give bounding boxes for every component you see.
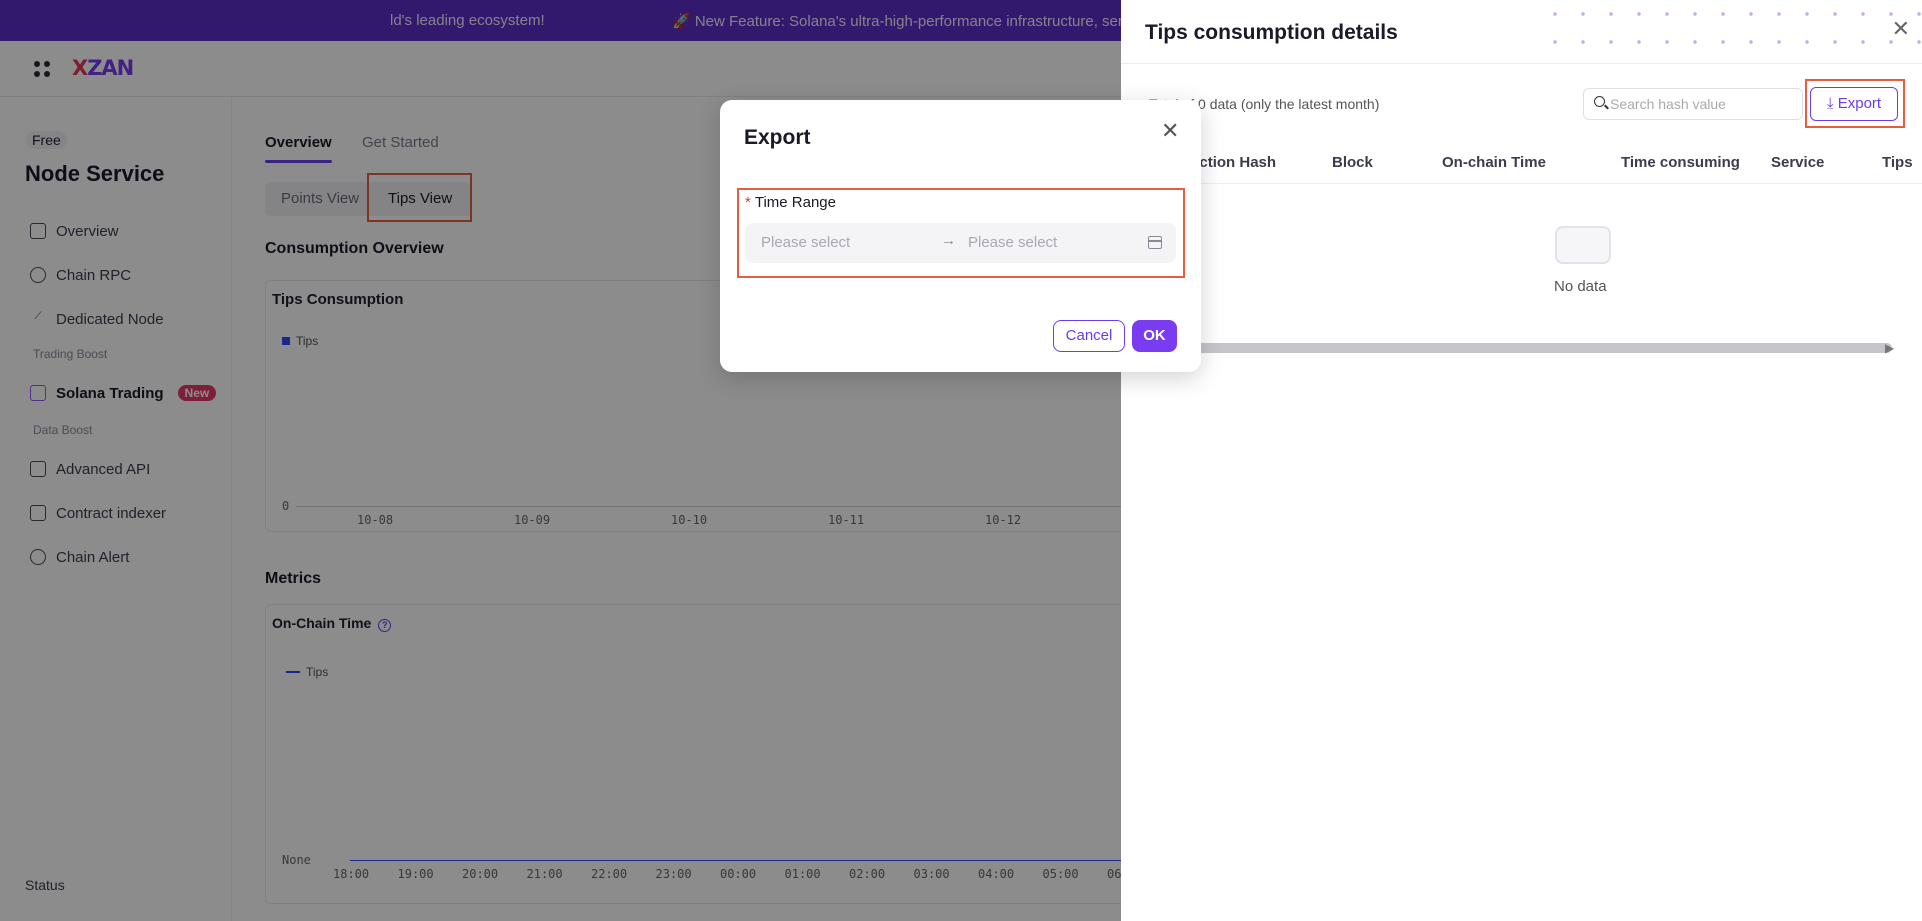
drawer-title: Tips consumption details	[1145, 21, 1398, 44]
tips-details-drawer: Tips consumption details ✕ Total of 0 da…	[1121, 0, 1922, 921]
column-header: Service	[1771, 154, 1825, 171]
cancel-button[interactable]: Cancel	[1053, 320, 1125, 352]
empty-box-icon	[1555, 226, 1611, 264]
horizontal-scrollbar[interactable]	[1141, 343, 1892, 353]
close-icon[interactable]: ✕	[1892, 16, 1910, 42]
export-highlight	[1805, 79, 1905, 128]
table-header: Transaction Hash Block On-chain Time Tim…	[1121, 140, 1922, 184]
column-header: Block	[1332, 154, 1373, 171]
time-range-label: * Time Range	[745, 194, 836, 211]
arrow-right-icon: →	[941, 232, 956, 249]
required-mark: *	[745, 194, 751, 211]
field-label-text: Time Range	[754, 194, 836, 211]
calendar-icon[interactable]	[1148, 236, 1162, 249]
ok-button[interactable]: OK	[1132, 320, 1177, 352]
column-header: Time consuming	[1621, 154, 1740, 171]
search-icon	[1594, 96, 1605, 107]
scroll-right-icon[interactable]: ▶	[1885, 341, 1894, 355]
search-placeholder: Search hash value	[1610, 96, 1726, 112]
column-header: Tips	[1882, 154, 1913, 171]
export-modal: Export ✕ * Time Range Please select → Ple…	[720, 100, 1201, 372]
close-icon[interactable]: ✕	[1161, 118, 1179, 144]
start-date-input[interactable]: Please select	[761, 234, 850, 251]
empty-state-text: No data	[1554, 278, 1607, 295]
search-input[interactable]: Search hash value	[1583, 88, 1803, 120]
time-range-picker[interactable]: Please select → Please select	[745, 223, 1176, 263]
column-header: On-chain Time	[1442, 154, 1546, 171]
end-date-input[interactable]: Please select	[968, 234, 1057, 251]
modal-title: Export	[744, 126, 811, 149]
